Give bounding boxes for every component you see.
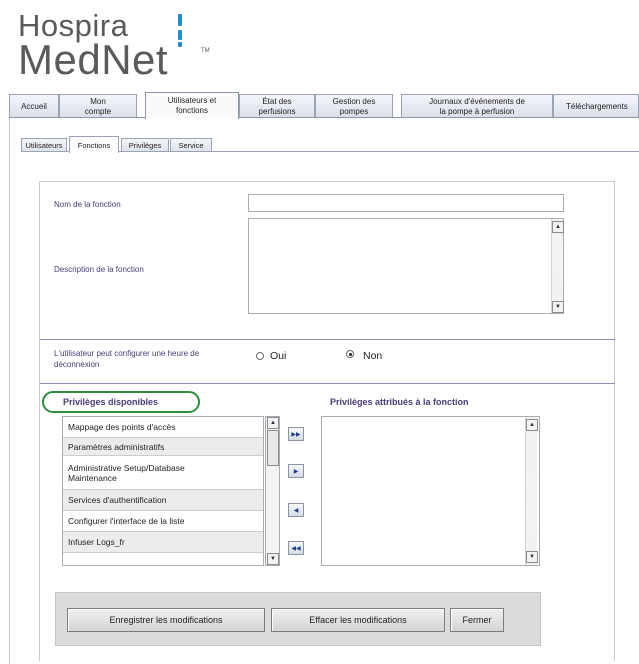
list-item[interactable]: Paramètres administratifs	[63, 438, 263, 456]
tab-gestion-des-pompes[interactable]: Gestion des pompes	[315, 94, 393, 118]
tab-label: Gestion des pompes	[332, 96, 376, 116]
clear-changes-button[interactable]: Effacer les modifications	[271, 608, 445, 632]
action-button-bar: Enregistrer les modifications Effacer le…	[55, 592, 541, 646]
subtab-label: Privilèges	[128, 141, 162, 150]
list-item[interactable]: Services d'authentification	[63, 490, 263, 511]
logout-config-label: L'utilisateur peut configurer une heure …	[54, 349, 200, 369]
list-item[interactable]: Mappage des points d'accès	[63, 417, 263, 438]
tab-journaux-evenements[interactable]: Journaux d'événements de la pompe à perf…	[401, 94, 553, 118]
save-changes-button[interactable]: Enregistrer les modifications	[67, 608, 265, 632]
logo-trademark: TM	[201, 48, 210, 54]
tab-mon-compte[interactable]: Mon compte	[59, 94, 137, 118]
role-name-label: Nom de la fonction	[54, 200, 121, 209]
tab-telechargements[interactable]: Téléchargements	[553, 94, 639, 118]
section-divider	[40, 339, 615, 340]
tab-utilisateurs-et-fonctions[interactable]: Utilisateurs et fonctions	[145, 92, 239, 119]
hospira-mednet-logo: Hospira MedNet TM	[18, 6, 218, 84]
tab-etat-des-perfusions[interactable]: État des perfusions	[239, 94, 315, 118]
tab-label: Accueil	[21, 101, 47, 111]
scroll-down-icon[interactable]: ▼	[526, 551, 538, 563]
role-name-input[interactable]	[248, 194, 564, 212]
close-button[interactable]: Fermer	[450, 608, 504, 632]
move-right-icon[interactable]: ▶	[288, 464, 304, 478]
assigned-list-scrollbar[interactable]: ▲ ▼	[525, 417, 538, 565]
subtab-label: Service	[178, 141, 204, 150]
main-navigation-tabs: Accueil Mon compte Utilisateurs et fonct…	[9, 92, 639, 119]
radio-non-label: Non	[363, 350, 383, 362]
logo-accent-bar	[178, 30, 182, 40]
tab-label: Utilisateurs et fonctions	[167, 96, 217, 115]
subtab-label: Fonctions	[77, 140, 111, 150]
tab-label: Journaux d'événements de la pompe à perf…	[429, 96, 525, 116]
tab-accueil[interactable]: Accueil	[9, 94, 59, 118]
list-item[interactable]: Administrative Setup/Database Maintenanc…	[63, 456, 263, 490]
list-item[interactable]: Infuser Logs_fr	[63, 532, 263, 553]
move-left-icon[interactable]: ◀	[288, 503, 304, 517]
radio-non[interactable]	[346, 350, 354, 358]
assigned-privileges-list[interactable]: ▲ ▼	[321, 416, 540, 566]
subtab-label: Utilisateurs	[25, 141, 63, 150]
available-privileges-list[interactable]: Mappage des points d'accès Paramètres ad…	[62, 416, 264, 566]
logo-accent-bar	[178, 14, 182, 26]
radio-oui-label: Oui	[270, 350, 287, 362]
radio-oui[interactable]	[256, 352, 264, 360]
scroll-up-icon[interactable]: ▲	[526, 419, 538, 431]
scroll-thumb[interactable]	[267, 430, 279, 466]
list-item[interactable]: Configurer l'interface de la liste	[63, 511, 263, 532]
subtab-privileges[interactable]: Privilèges	[121, 138, 169, 152]
logo-accent-bar	[178, 42, 182, 47]
subtab-fonctions[interactable]: Fonctions	[69, 136, 119, 153]
available-privileges-title: Privilèges disponibles	[63, 397, 159, 407]
assigned-privileges-title: Privilèges attribués à la fonction	[330, 397, 469, 407]
move-all-right-icon[interactable]: ▶▶	[288, 427, 304, 441]
scroll-up-icon[interactable]: ▲	[552, 221, 564, 233]
logo-text-mednet: MedNet	[18, 36, 169, 83]
scroll-down-icon[interactable]: ▼	[267, 553, 279, 565]
tab-label: Mon compte	[84, 96, 112, 116]
scroll-up-icon[interactable]: ▲	[267, 417, 279, 429]
subtab-service[interactable]: Service	[170, 138, 212, 152]
role-description-label: Description de la fonction	[54, 265, 144, 274]
tab-label: État des perfusions	[258, 96, 296, 116]
description-scrollbar[interactable]: ▲ ▼	[551, 219, 564, 313]
scroll-down-icon[interactable]: ▼	[552, 301, 564, 313]
section-divider	[40, 383, 615, 384]
available-list-scrollbar[interactable]: ▲ ▼	[265, 416, 280, 566]
role-description-textarea[interactable]: ▲ ▼	[248, 218, 564, 314]
subtab-utilisateurs[interactable]: Utilisateurs	[21, 138, 67, 152]
tab-label: Téléchargements	[566, 101, 628, 111]
move-all-left-icon[interactable]: ◀◀	[288, 541, 304, 555]
